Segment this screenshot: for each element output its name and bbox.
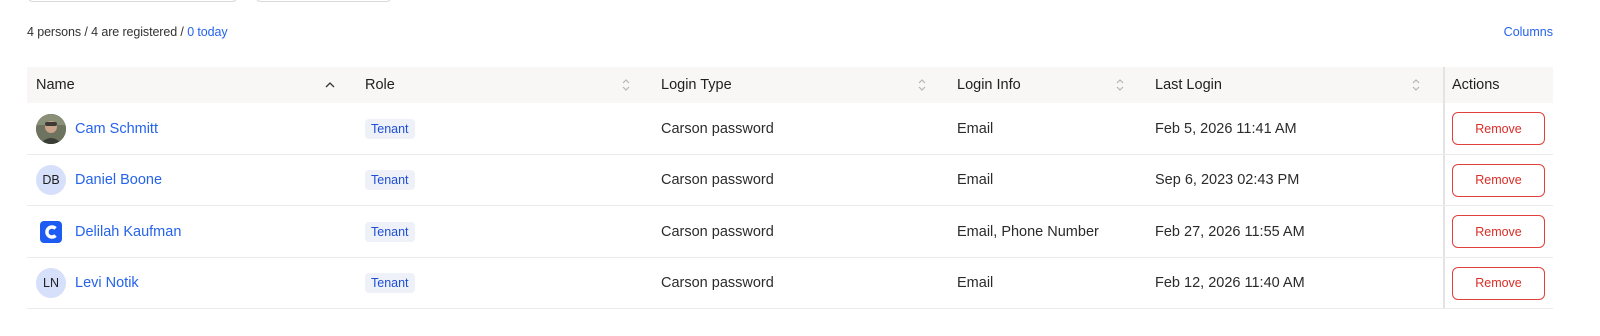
header-role-label: Role (365, 77, 395, 93)
header-name[interactable]: Name (36, 67, 336, 103)
name-cell: Cam Schmitt (36, 103, 158, 154)
actions-cell: Remove (1452, 103, 1545, 154)
avatar (36, 113, 66, 144)
avatar: LN (36, 268, 66, 298)
sort-ascending-icon[interactable] (325, 76, 335, 94)
role-cell: Tenant (365, 103, 415, 154)
header-login-type[interactable]: Login Type (661, 67, 732, 103)
login-info-cell: Email (957, 172, 994, 188)
people-count-text: 4 persons / 4 are registered / (27, 25, 188, 39)
person-name-link[interactable]: Daniel Boone (75, 172, 162, 188)
people-summary: 4 persons / 4 are registered / 0 today (27, 25, 228, 39)
role-cell: Tenant (365, 155, 415, 206)
person-name-link[interactable]: Cam Schmitt (75, 121, 158, 137)
actions-cell: Remove (1452, 258, 1545, 309)
name-cell: Delilah Kaufman (36, 206, 181, 257)
person-name-link[interactable]: Levi Notik (75, 275, 139, 291)
header-actions-label: Actions (1452, 77, 1500, 93)
actions-cell: Remove (1452, 206, 1545, 257)
avatar (36, 216, 66, 247)
role-badge: Tenant (365, 118, 415, 139)
login-type-cell: Carson password (661, 275, 774, 291)
company-logo-icon (40, 220, 62, 243)
login-info-cell: Email, Phone Number (957, 223, 1099, 240)
actions-cell: Remove (1452, 155, 1545, 206)
header-name-label: Name (36, 77, 75, 93)
table-row: DB Daniel Boone Tenant Carson password E… (27, 155, 1553, 206)
login-info-cell: Email (957, 120, 994, 137)
role-badge: Tenant (365, 170, 415, 190)
table-row: Cam Schmitt Tenant Carson password Email… (27, 103, 1553, 155)
user-photo-icon (36, 113, 66, 144)
login-type-cell: Carson password (661, 172, 774, 188)
header-actions: Actions (1452, 67, 1500, 103)
name-cell: LN Levi Notik (36, 258, 139, 309)
role-badge: Tenant (365, 273, 415, 293)
header-login-info-label: Login Info (957, 77, 1021, 93)
login-info-cell: Email (957, 275, 994, 291)
remove-button[interactable]: Remove (1452, 112, 1545, 145)
role-cell: Tenant (365, 258, 415, 309)
header-login-info[interactable]: Login Info (957, 67, 1021, 103)
sort-unsorted-icon[interactable] (621, 76, 631, 94)
sort-unsorted-icon[interactable] (1411, 76, 1421, 94)
table-header: Name Role Login Type Login Info Last Log… (27, 67, 1553, 103)
avatar: DB (36, 165, 66, 195)
role-cell: Tenant (365, 206, 415, 257)
table-row: LN Levi Notik Tenant Carson password Ema… (27, 258, 1553, 309)
last-login-cell: Feb 27, 2026 11:55 AM (1155, 223, 1305, 240)
table-row: Delilah Kaufman Tenant Carson password E… (27, 206, 1553, 258)
sort-unsorted-icon[interactable] (917, 76, 927, 94)
today-link[interactable]: 0 today (187, 25, 227, 39)
search-input[interactable] (27, 0, 238, 2)
person-name-link[interactable]: Delilah Kaufman (75, 224, 181, 240)
last-login-cell: Feb 12, 2026 11:40 AM (1155, 275, 1305, 291)
header-last-login[interactable]: Last Login (1155, 67, 1222, 103)
filter-dropdown[interactable] (255, 0, 392, 2)
last-login-cell: Sep 6, 2023 02:43 PM (1155, 172, 1300, 188)
header-login-type-label: Login Type (661, 77, 732, 93)
name-cell: DB Daniel Boone (36, 155, 162, 206)
columns-link[interactable]: Columns (1504, 25, 1553, 39)
role-badge: Tenant (365, 221, 415, 242)
remove-button[interactable]: Remove (1452, 215, 1545, 248)
sort-unsorted-icon[interactable] (1115, 76, 1125, 94)
remove-button[interactable]: Remove (1452, 163, 1545, 197)
last-login-cell: Feb 5, 2026 11:41 AM (1155, 120, 1297, 137)
header-last-login-label: Last Login (1155, 77, 1222, 93)
login-type-cell: Carson password (661, 223, 774, 240)
header-role[interactable]: Role (365, 67, 395, 103)
login-type-cell: Carson password (661, 120, 774, 137)
remove-button[interactable]: Remove (1452, 266, 1545, 300)
people-table: Name Role Login Type Login Info Last Log… (27, 67, 1553, 309)
